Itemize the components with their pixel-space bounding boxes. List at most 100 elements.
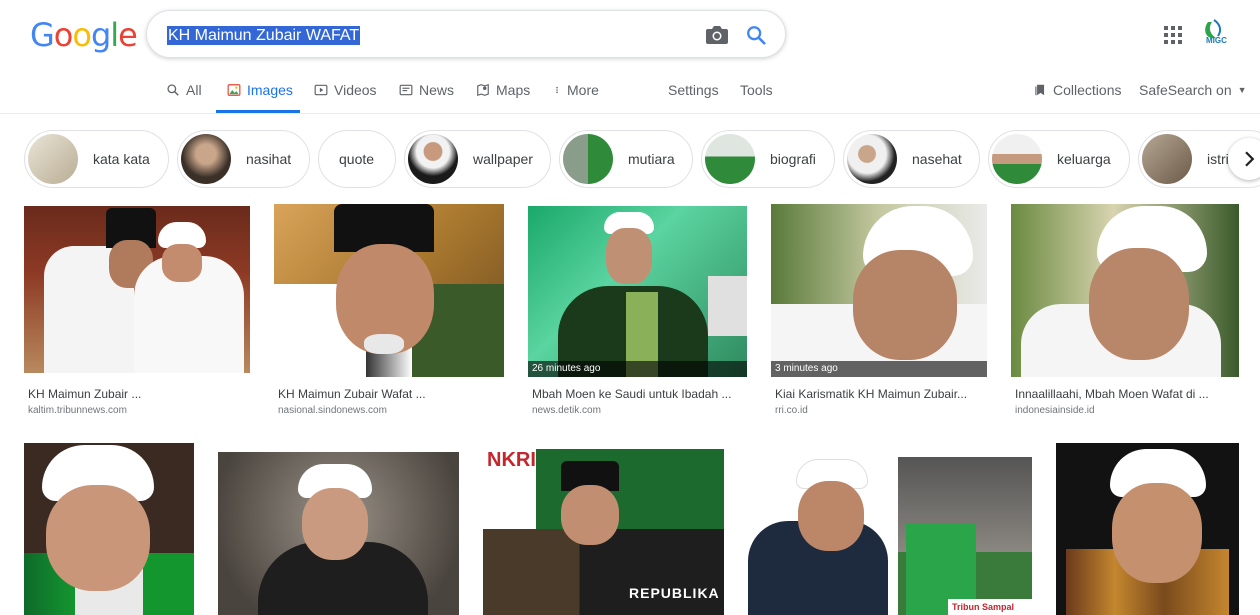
watermark-text: REPUBLIKA <box>629 585 720 601</box>
tab-all-label: All <box>186 82 202 98</box>
tools-label: Tools <box>740 82 773 98</box>
chip-thumbnail <box>1142 134 1192 184</box>
chip-nasihat[interactable]: nasihat <box>177 130 310 188</box>
tab-images-label: Images <box>247 82 293 98</box>
tab-maps-label: Maps <box>496 82 531 98</box>
chip-thumbnail <box>847 134 897 184</box>
chip-label: kata kata <box>93 151 150 167</box>
result-thumbnail <box>1011 204 1239 377</box>
safesearch-label: SafeSearch on <box>1139 82 1232 98</box>
chip-quote[interactable]: quote <box>318 130 396 188</box>
image-result[interactable]: 26 minutes ago Mbah Moen ke Saudi untuk … <box>528 206 747 420</box>
result-domain: indonesiainside.id <box>1015 405 1095 416</box>
chip-kata-kata[interactable]: kata kata <box>24 130 169 188</box>
chip-label: istri <box>1207 151 1229 167</box>
result-domain: rri.co.id <box>775 405 808 416</box>
tab-all[interactable]: All <box>166 82 202 98</box>
video-icon <box>314 84 328 96</box>
result-title: KH Maimun Zubair Wafat ... <box>278 387 426 401</box>
settings-label: Settings <box>668 82 719 98</box>
safesearch-toggle[interactable]: SafeSearch on ▼ <box>1139 82 1247 98</box>
map-icon <box>477 83 489 97</box>
result-thumbnail <box>24 443 194 615</box>
tab-news[interactable]: News <box>399 82 454 98</box>
news-icon <box>399 84 413 96</box>
image-result[interactable]: Tribun Sampal <box>748 443 1032 615</box>
chevron-right-icon <box>1245 151 1255 167</box>
chip-thumbnail <box>563 134 613 184</box>
result-domain: nasional.sindonews.com <box>278 405 387 416</box>
account-label: MIGC <box>1206 36 1227 45</box>
chip-label: mutiara <box>628 151 675 167</box>
tab-maps[interactable]: Maps <box>476 82 530 98</box>
image-result[interactable]: Innaalillaahi, Mbah Moen Wafat di ... in… <box>1011 204 1239 420</box>
result-title: Kiai Karismatik KH Maimun Zubair... <box>775 387 968 401</box>
chip-thumbnail <box>992 134 1042 184</box>
image-icon <box>227 84 241 96</box>
chip-thumbnail <box>705 134 755 184</box>
chip-wallpaper[interactable]: wallpaper <box>404 130 551 188</box>
search-nav-bar: All Images Videos News Maps More Setting… <box>0 74 1260 114</box>
caret-down-icon: ▼ <box>1237 85 1247 95</box>
tab-more[interactable]: More <box>553 82 599 98</box>
chip-thumbnail <box>408 134 458 184</box>
chip-mutiara[interactable]: mutiara <box>559 130 693 188</box>
result-thumbnail <box>1056 443 1239 615</box>
result-title: Mbah Moen ke Saudi untuk Ibadah ... <box>532 387 732 401</box>
bookmark-icon <box>1035 84 1045 96</box>
settings-link[interactable]: Settings <box>668 82 719 98</box>
search-box[interactable]: KH Maimun Zubair WAFAT <box>146 10 786 58</box>
result-domain: kaltim.tribunnews.com <box>28 405 127 416</box>
result-title: Innaalillaahi, Mbah Moen Wafat di ... <box>1015 387 1209 401</box>
collections-link[interactable]: Collections <box>1033 82 1121 98</box>
chip-label: quote <box>339 151 375 167</box>
result-thumbnail <box>24 206 250 373</box>
result-thumbnail: 3 minutes ago <box>771 204 987 377</box>
time-badge: 26 minutes ago <box>528 361 747 377</box>
tab-videos-label: Videos <box>334 82 377 98</box>
image-result[interactable]: NKRI REPUBLIKA <box>483 449 724 615</box>
tab-videos[interactable]: Videos <box>314 82 377 98</box>
image-result[interactable] <box>1056 443 1239 615</box>
search-icon <box>167 84 179 96</box>
search-icon[interactable] <box>745 24 767 46</box>
apps-grid-icon[interactable] <box>1164 26 1182 44</box>
tools-link[interactable]: Tools <box>740 82 773 98</box>
result-thumbnail: NKRI REPUBLIKA <box>483 449 724 615</box>
image-result[interactable]: KH Maimun Zubair ... kaltim.tribunnews.c… <box>24 206 250 420</box>
chip-label: wallpaper <box>473 151 533 167</box>
chip-thumbnail <box>28 134 78 184</box>
chip-label: biografi <box>770 151 816 167</box>
tab-news-label: News <box>419 82 455 98</box>
collections-label: Collections <box>1053 82 1122 98</box>
more-vert-icon <box>556 86 558 94</box>
chip-biografi[interactable]: biografi <box>701 130 835 188</box>
chip-thumbnail <box>181 134 231 184</box>
image-result[interactable]: KH Maimun Zubair Wafat ... nasional.sind… <box>274 204 504 420</box>
tab-images[interactable]: Images <box>227 82 293 98</box>
image-result[interactable]: 3 minutes ago Kiai Karismatik KH Maimun … <box>771 204 987 420</box>
chip-label: keluarga <box>1057 151 1111 167</box>
watermark-text: Tribun Sampal <box>948 599 1032 615</box>
related-search-chips: kata kata nasihat quote wallpaper mutiar… <box>0 130 1260 188</box>
result-thumbnail: Tribun Sampal <box>748 443 1032 615</box>
result-thumbnail <box>274 204 504 377</box>
chip-label: nasehat <box>912 151 962 167</box>
image-result[interactable] <box>24 443 194 615</box>
result-domain: news.detik.com <box>532 405 601 416</box>
chip-nasehat[interactable]: nasehat <box>843 130 980 188</box>
result-thumbnail <box>218 452 459 615</box>
image-result[interactable] <box>218 452 459 615</box>
camera-icon[interactable] <box>705 25 729 45</box>
active-tab-indicator <box>216 110 300 113</box>
search-input[interactable]: KH Maimun Zubair WAFAT <box>167 26 361 45</box>
result-thumbnail: 26 minutes ago <box>528 206 747 377</box>
account-avatar[interactable]: MIGC <box>1198 16 1234 52</box>
tab-more-label: More <box>567 82 599 98</box>
chip-label: nasihat <box>246 151 292 167</box>
account-logo-icon <box>1205 19 1222 39</box>
google-logo[interactable]: Google <box>30 16 138 54</box>
result-title: KH Maimun Zubair ... <box>28 387 142 401</box>
time-badge: 3 minutes ago <box>771 361 987 377</box>
chip-keluarga[interactable]: keluarga <box>988 130 1130 188</box>
